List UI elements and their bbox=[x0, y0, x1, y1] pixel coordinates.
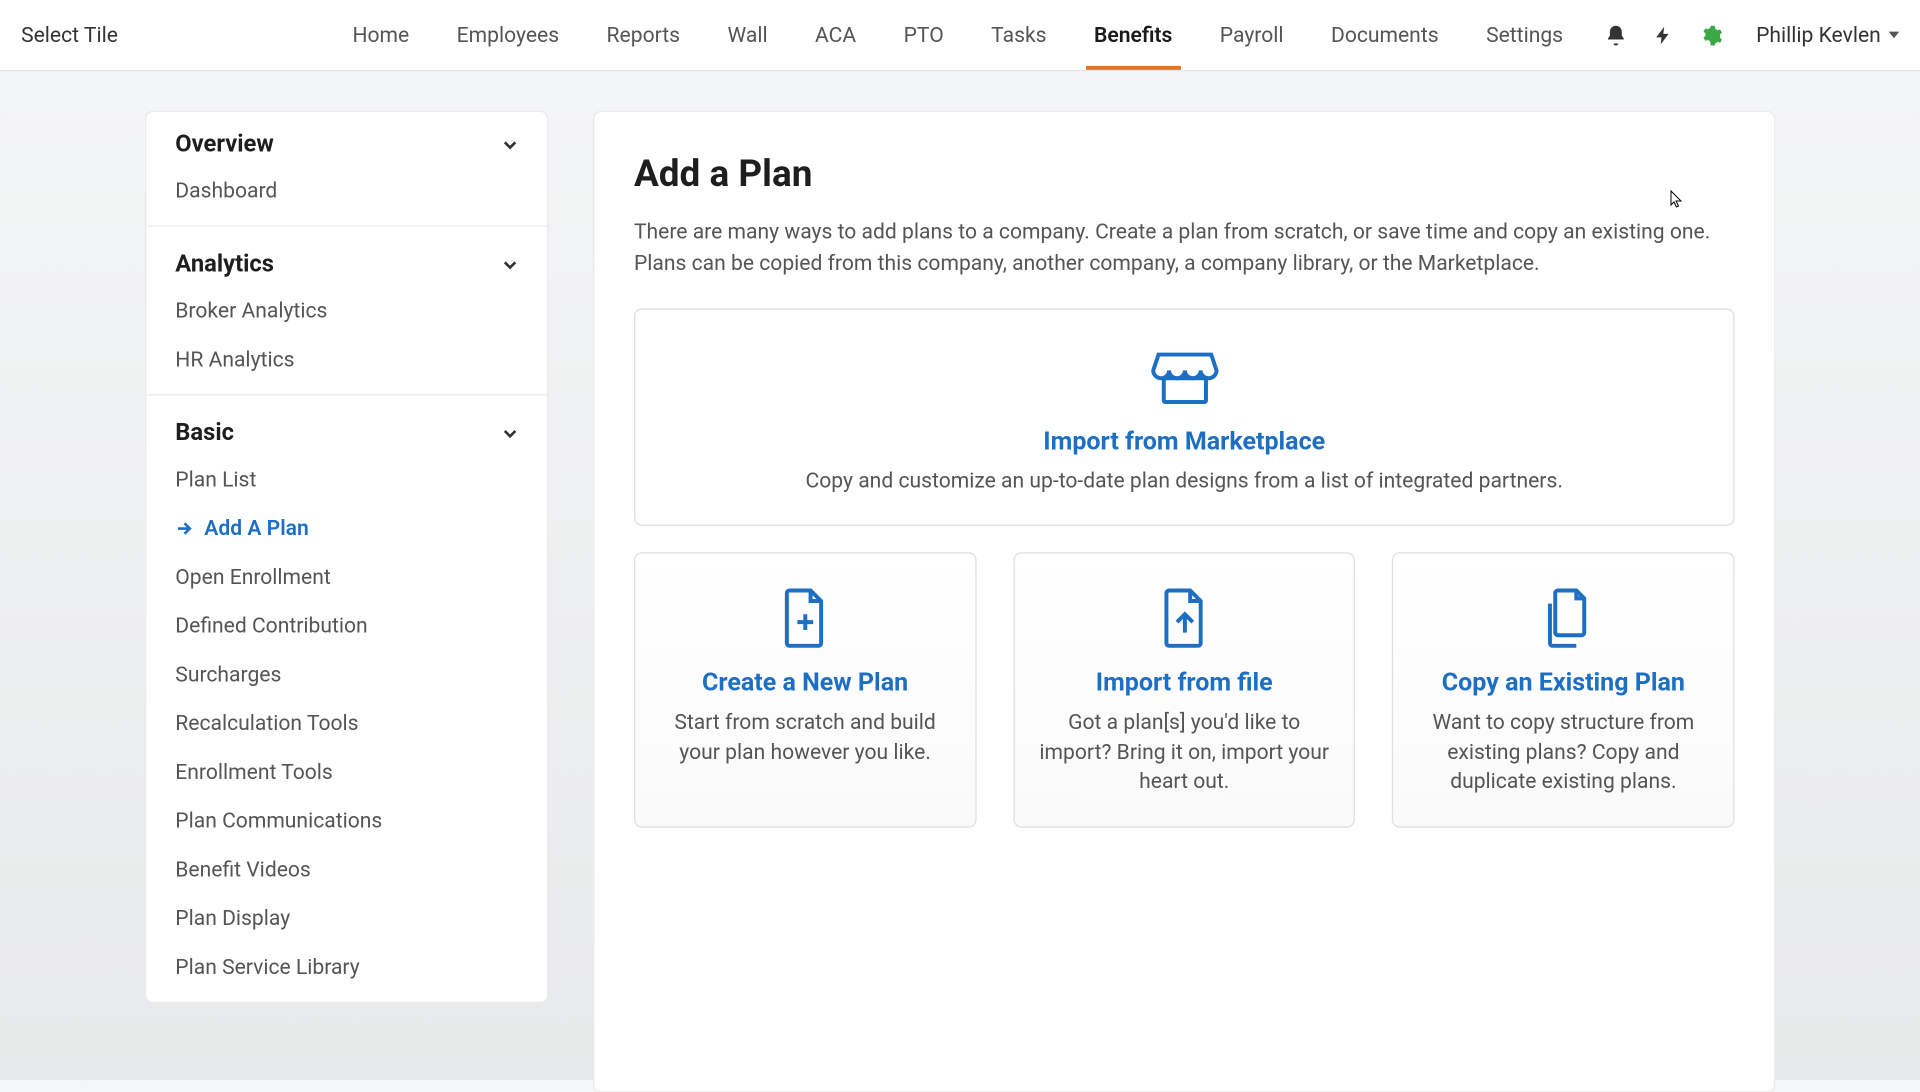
sidebar-item-enrollment-tools[interactable]: Enrollment Tools bbox=[146, 747, 547, 796]
sidebar-item-open-enrollment[interactable]: Open Enrollment bbox=[146, 552, 547, 601]
chevron-down-icon bbox=[502, 425, 518, 441]
sidebar-section-overview[interactable]: Overview bbox=[146, 112, 547, 166]
sidebar-section-label: Overview bbox=[175, 130, 273, 158]
sidebar-item-add-a-plan[interactable]: Add A Plan bbox=[146, 503, 547, 552]
chevron-down-icon bbox=[502, 136, 518, 152]
sidebar-item-surcharges[interactable]: Surcharges bbox=[146, 650, 547, 699]
user-name-label: Phillip Kevlen bbox=[1756, 22, 1881, 47]
sidebar-item-plan-display[interactable]: Plan Display bbox=[146, 894, 547, 943]
copy-plan-title: Copy an Existing Plan bbox=[1417, 667, 1709, 697]
sidebar-section-analytics[interactable]: Analytics bbox=[146, 225, 547, 286]
marketplace-title: Import from Marketplace bbox=[662, 426, 1707, 456]
marketplace-card[interactable]: Import from Marketplace Copy and customi… bbox=[634, 308, 1735, 526]
nav-item-payroll[interactable]: Payroll bbox=[1196, 0, 1307, 70]
sidebar-section-label: Analytics bbox=[175, 250, 274, 278]
nav-item-employees[interactable]: Employees bbox=[433, 0, 583, 70]
bell-icon[interactable] bbox=[1603, 22, 1629, 48]
sidebar-item-hr-analytics[interactable]: HR Analytics bbox=[146, 335, 547, 384]
user-menu[interactable]: Phillip Kevlen bbox=[1746, 22, 1900, 47]
sidebar-item-broker-analytics[interactable]: Broker Analytics bbox=[146, 286, 547, 335]
chevron-down-icon bbox=[1889, 32, 1900, 39]
page-description: There are many ways to add plans to a co… bbox=[634, 216, 1735, 279]
nav-item-settings[interactable]: Settings bbox=[1462, 0, 1586, 70]
nav-item-wall[interactable]: Wall bbox=[704, 0, 792, 70]
create-plan-title: Create a New Plan bbox=[659, 667, 951, 697]
select-tile-link[interactable]: Select Tile bbox=[21, 22, 171, 47]
arrow-right-icon bbox=[175, 519, 193, 537]
sidebar-section-label: Basic bbox=[175, 419, 234, 447]
sidebar: Overview Dashboard Analytics Broker Analyti… bbox=[145, 111, 548, 1003]
sidebar-item-plan-list[interactable]: Plan List bbox=[146, 455, 547, 504]
nav-item-tasks[interactable]: Tasks bbox=[967, 0, 1070, 70]
nav-items: HomeEmployeesReportsWallACAPTOTasksBenef… bbox=[329, 0, 1587, 70]
gear-icon[interactable] bbox=[1698, 22, 1724, 48]
sidebar-item-benefit-videos[interactable]: Benefit Videos bbox=[146, 845, 547, 894]
sidebar-item-recalculation-tools[interactable]: Recalculation Tools bbox=[146, 699, 547, 748]
create-plan-card[interactable]: Create a New Plan Start from scratch and… bbox=[634, 553, 976, 827]
marketplace-desc: Copy and customize an up-to-date plan de… bbox=[662, 467, 1707, 497]
file-upload-icon bbox=[1160, 588, 1207, 649]
nav-right: Phillip Kevlen bbox=[1603, 22, 1899, 48]
marketplace-icon bbox=[1150, 344, 1219, 407]
copy-plan-desc: Want to copy structure from existing pla… bbox=[1417, 708, 1709, 797]
sidebar-item-plan-communications[interactable]: Plan Communications bbox=[146, 796, 547, 845]
nav-item-reports[interactable]: Reports bbox=[583, 0, 704, 70]
nav-item-pto[interactable]: PTO bbox=[880, 0, 968, 70]
import-file-card[interactable]: Import from file Got a plan[s] you'd lik… bbox=[1013, 553, 1355, 827]
nav-item-benefits[interactable]: Benefits bbox=[1070, 0, 1196, 70]
card-row: Create a New Plan Start from scratch and… bbox=[634, 553, 1735, 827]
import-file-title: Import from file bbox=[1038, 667, 1330, 697]
sidebar-item-plan-service-library[interactable]: Plan Service Library bbox=[146, 942, 547, 991]
create-plan-desc: Start from scratch and build your plan h… bbox=[659, 708, 951, 767]
top-nav: Select Tile HomeEmployeesReportsWallACAP… bbox=[0, 0, 1920, 71]
import-file-desc: Got a plan[s] you'd like to import? Brin… bbox=[1038, 708, 1330, 797]
sidebar-item-label: Add A Plan bbox=[204, 515, 308, 540]
main-panel: Add a Plan There are many ways to add pl… bbox=[593, 111, 1775, 1092]
bolt-icon[interactable] bbox=[1651, 22, 1677, 48]
nav-item-aca[interactable]: ACA bbox=[791, 0, 880, 70]
nav-item-home[interactable]: Home bbox=[329, 0, 433, 70]
sidebar-item-defined-contribution[interactable]: Defined Contribution bbox=[146, 601, 547, 650]
sidebar-item-dashboard[interactable]: Dashboard bbox=[146, 166, 547, 215]
page-title: Add a Plan bbox=[634, 152, 1735, 195]
copy-plan-card[interactable]: Copy an Existing Plan Want to copy struc… bbox=[1392, 553, 1734, 827]
file-copy-icon bbox=[1540, 588, 1587, 649]
page-body: Overview Dashboard Analytics Broker Analyti… bbox=[0, 71, 1920, 1092]
file-plus-icon bbox=[781, 588, 828, 649]
chevron-down-icon bbox=[502, 256, 518, 272]
sidebar-section-basic[interactable]: Basic bbox=[146, 394, 547, 455]
nav-item-documents[interactable]: Documents bbox=[1307, 0, 1462, 70]
